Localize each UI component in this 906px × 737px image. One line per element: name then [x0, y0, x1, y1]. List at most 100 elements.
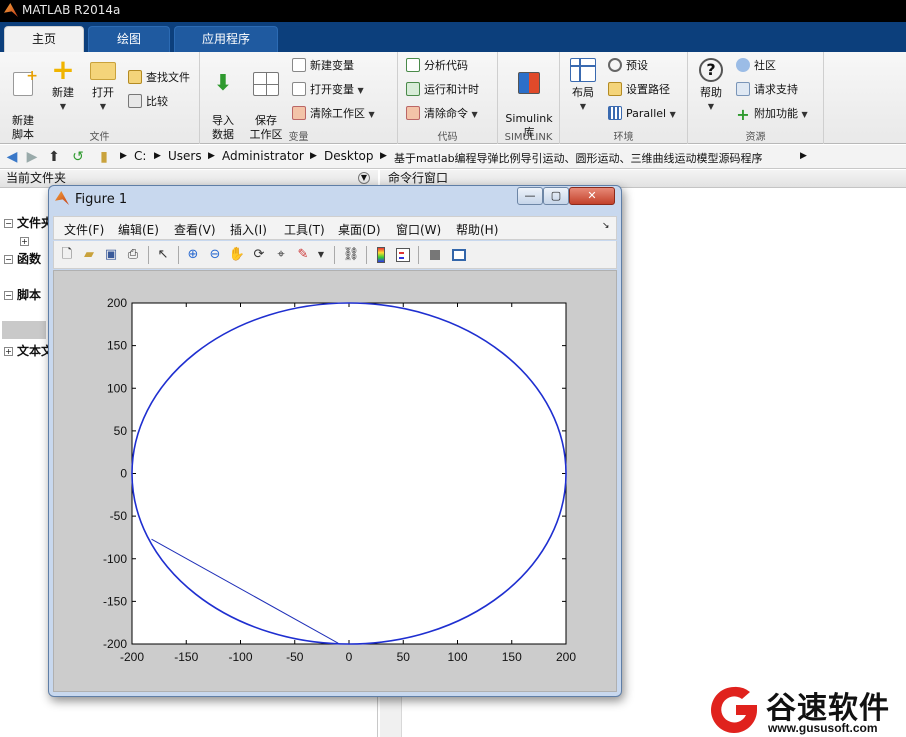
menu-help[interactable]: 帮助(H)	[456, 221, 498, 238]
clear-workspace-icon	[292, 106, 306, 120]
breadcrumb-drive[interactable]: C:	[134, 149, 146, 163]
menubar-dock-icon[interactable]: ↘	[602, 221, 610, 231]
brush-icon[interactable]: ✎	[294, 246, 312, 264]
tab-apps[interactable]: 应用程序	[174, 26, 278, 52]
parallel-dropdown-icon[interactable]: ▼	[670, 110, 676, 119]
set-path-button[interactable]: 设置路径	[608, 80, 670, 100]
new-variable-button[interactable]: 新建变量	[292, 56, 354, 76]
pan-hand-icon[interactable]: ✋	[228, 246, 246, 264]
help-button[interactable]: ? 帮助 ▼	[694, 58, 728, 114]
open-file-icon[interactable]: ▰	[80, 246, 98, 264]
addons-dropdown-icon[interactable]: ▼	[802, 110, 808, 119]
breadcrumb-separator-icon: ▶	[800, 151, 807, 161]
community-button[interactable]: 社区	[736, 56, 776, 76]
x-tick-label: 0	[346, 650, 353, 664]
rotate-3d-icon[interactable]: ⟳	[250, 246, 268, 264]
insert-legend-icon[interactable]	[394, 246, 412, 264]
menu-window[interactable]: 窗口(W)	[396, 221, 441, 238]
addons-button[interactable]: + 附加功能 ▼	[736, 104, 808, 124]
x-tick-label: -200	[120, 650, 144, 664]
find-files-button[interactable]: 查找文件	[128, 68, 190, 88]
hide-plot-tools-icon[interactable]	[426, 246, 444, 264]
pane-menu-icon[interactable]: ▼	[358, 172, 370, 184]
breadcrumb-administrator[interactable]: Administrator	[222, 149, 304, 163]
ribbon-section-variable: ⬇ 导入 数据 保存 工作区 新建变量 打开变量 ▼ 清除工作区 ▼ 变量	[200, 52, 398, 144]
open-button[interactable]: 打开 ▼	[86, 58, 120, 114]
breadcrumb-users[interactable]: Users	[168, 149, 202, 163]
collapse-icon[interactable]: −	[4, 291, 13, 300]
tree-subfolder[interactable]: +	[20, 234, 33, 248]
community-icon	[736, 58, 750, 72]
clear-commands-label: 清除命令	[424, 107, 468, 120]
browse-folder-icon[interactable]: ↺	[70, 149, 86, 165]
save-icon[interactable]: ▣	[102, 246, 120, 264]
find-files-icon	[128, 70, 142, 84]
tree-text-files[interactable]: + 文本文	[4, 342, 53, 359]
tree-folders[interactable]: − 文件夹	[4, 214, 53, 231]
preferences-button[interactable]: 预设	[608, 56, 648, 76]
breadcrumb-separator-icon: ▶	[208, 151, 215, 161]
back-arrow-icon[interactable]: ◀	[4, 149, 20, 165]
selected-file-row[interactable]	[2, 321, 46, 339]
tab-plots[interactable]: 绘图	[88, 26, 170, 52]
clear-commands-button[interactable]: 清除命令 ▼	[406, 104, 478, 124]
open-dropdown-icon[interactable]: ▼	[86, 100, 120, 114]
edit-plot-arrow-icon[interactable]: ↖	[154, 246, 172, 264]
tab-home[interactable]: 主页	[4, 26, 84, 52]
community-label: 社区	[754, 59, 776, 72]
menu-edit[interactable]: 编辑(E)	[118, 221, 159, 238]
compare-button[interactable]: 比较	[128, 92, 168, 112]
new-dropdown-icon[interactable]: ▼	[46, 100, 80, 114]
clear-workspace-dropdown-icon[interactable]: ▼	[369, 110, 375, 119]
plot-area[interactable]: -200 -150 -100 -50 0 50 100 150 200 -200 -150 -100 -…	[54, 271, 618, 693]
up-folder-icon[interactable]: ⬆	[46, 149, 62, 165]
collapse-icon[interactable]: −	[4, 219, 13, 228]
collapse-icon[interactable]: −	[4, 255, 13, 264]
zoom-out-icon[interactable]: ⊖	[206, 246, 224, 264]
watermark: 谷速软件 www.gususoft.com	[706, 683, 906, 737]
tree-functions[interactable]: − 函数	[4, 250, 41, 267]
expand-icon[interactable]: +	[20, 237, 29, 246]
layout-button[interactable]: 布局 ▼	[566, 58, 600, 114]
minimize-button[interactable]: —	[517, 187, 543, 205]
clear-workspace-button[interactable]: 清除工作区 ▼	[292, 104, 375, 124]
compare-icon	[128, 94, 142, 108]
forward-arrow-icon[interactable]: ▶	[24, 149, 40, 165]
menu-desktop[interactable]: 桌面(D)	[338, 221, 381, 238]
menu-file[interactable]: 文件(F)	[64, 221, 104, 238]
expand-icon[interactable]: +	[4, 347, 13, 356]
zoom-in-icon[interactable]: ⊕	[184, 246, 202, 264]
breadcrumb-separator-icon: ▶	[310, 151, 317, 161]
link-plot-icon[interactable]: ⛓	[342, 246, 360, 264]
menu-tools[interactable]: 工具(T)	[284, 221, 325, 238]
addons-plus-icon: +	[736, 105, 750, 124]
section-label-code: 代码	[437, 132, 458, 143]
open-variable-dropdown-icon[interactable]: ▼	[358, 86, 364, 95]
breadcrumb-project-folder[interactable]: 基于matlab编程导弹比例导引运动、圆形运动、三维曲线运动模型源码程序	[394, 150, 763, 166]
layout-dropdown-icon[interactable]: ▼	[566, 100, 600, 114]
close-button[interactable]: ✕	[569, 187, 615, 205]
analyze-code-button[interactable]: 分析代码	[406, 56, 468, 76]
show-plot-tools-icon[interactable]	[450, 246, 468, 264]
parallel-button[interactable]: Parallel ▼	[608, 104, 676, 124]
restore-button[interactable]: ▢	[543, 187, 569, 205]
brush-dropdown-icon[interactable]: ▼	[312, 246, 330, 264]
print-icon[interactable]: ⎙	[124, 246, 142, 264]
clear-commands-dropdown-icon[interactable]: ▼	[472, 110, 478, 119]
data-cursor-icon[interactable]: ⌖	[272, 246, 290, 264]
parallel-icon	[608, 106, 622, 120]
new-figure-icon[interactable]: 🗋	[58, 246, 76, 264]
y-tick-label: -200	[103, 637, 127, 651]
run-and-time-button[interactable]: 运行和计时	[406, 80, 479, 100]
insert-colorbar-icon[interactable]	[372, 246, 390, 264]
tree-scripts[interactable]: − 脚本	[4, 286, 41, 303]
request-support-button[interactable]: 请求支持	[736, 80, 798, 100]
breadcrumb-desktop[interactable]: Desktop	[324, 149, 374, 163]
menu-insert[interactable]: 插入(I)	[230, 221, 267, 238]
ribbon-tabs: 主页 绘图 应用程序	[0, 22, 906, 52]
open-variable-button[interactable]: 打开变量 ▼	[292, 80, 364, 100]
menu-view[interactable]: 查看(V)	[174, 221, 216, 238]
new-button[interactable]: + 新建 ▼	[46, 56, 80, 114]
help-dropdown-icon[interactable]: ▼	[694, 100, 728, 114]
simulink-library-button[interactable]: Simulink 库	[502, 58, 556, 140]
